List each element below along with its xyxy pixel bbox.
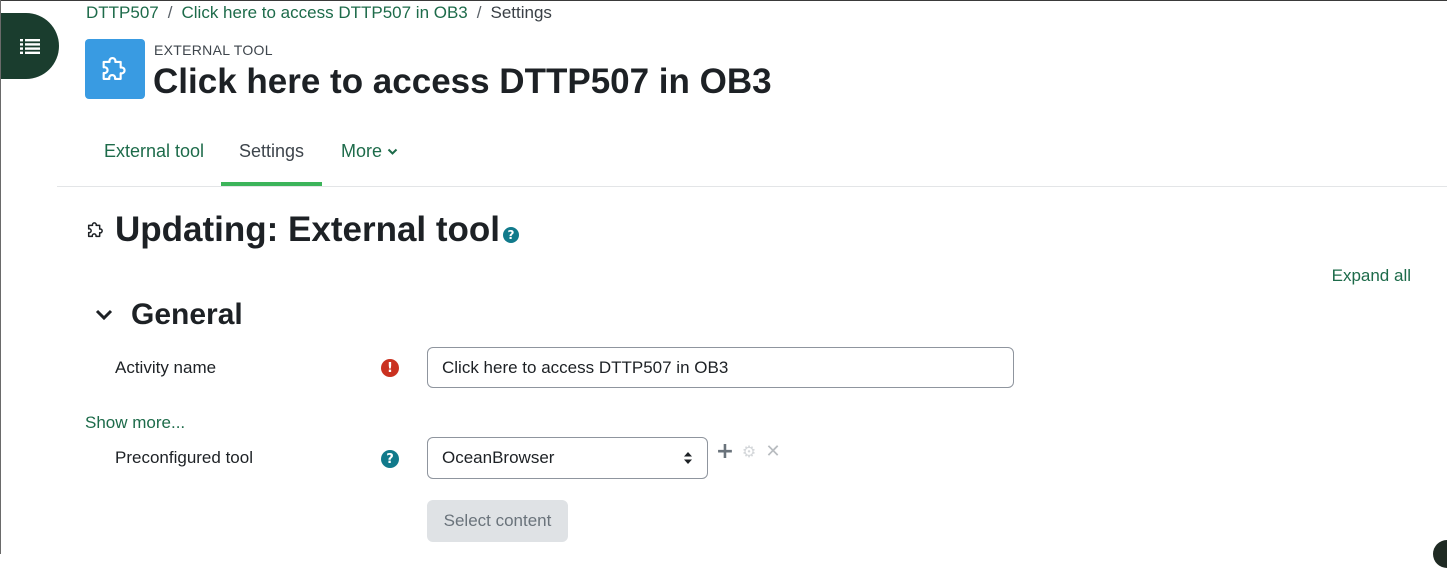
window-left-border	[0, 0, 1, 554]
select-content-button[interactable]: Select content	[427, 500, 568, 542]
expand-all-link[interactable]: Expand all	[1332, 266, 1411, 286]
tab-label: More	[341, 141, 383, 161]
activity-icon	[85, 39, 145, 99]
tab-more[interactable]: More	[341, 118, 398, 185]
list-icon	[20, 39, 40, 54]
activity-name-label: Activity name	[115, 358, 217, 377]
sort-arrows-icon	[684, 452, 692, 464]
tab-label: Settings	[238, 141, 305, 161]
select-value: OceanBrowser	[442, 448, 555, 467]
tab-settings[interactable]: Settings	[221, 118, 322, 186]
breadcrumb-separator: /	[476, 3, 482, 22]
tab-label: External tool	[104, 141, 205, 161]
puzzle-icon	[87, 222, 103, 238]
breadcrumb-separator: /	[167, 3, 173, 22]
form-heading: Updating: External tool ?	[85, 205, 519, 255]
section-general-toggle[interactable]: General	[95, 298, 243, 332]
chevron-down-icon	[95, 309, 113, 321]
preconfigured-tool-select[interactable]: OceanBrowser	[427, 437, 708, 479]
form-title: Updating: External tool	[115, 210, 500, 249]
activity-type-label: EXTERNAL TOOL	[154, 42, 273, 58]
page-title: Click here to access DTTP507 in OB3	[153, 62, 772, 101]
add-icon[interactable]: +	[716, 439, 734, 464]
help-icon[interactable]: ?	[381, 450, 399, 468]
section-title: General	[131, 298, 243, 331]
window-top-border	[0, 0, 1447, 1]
close-icon: ✕	[765, 440, 781, 462]
secondary-navigation: External tool Settings More	[57, 118, 1447, 187]
gear-icon: ⚙	[741, 441, 757, 461]
breadcrumb-course-link[interactable]: DTTP507	[86, 3, 159, 22]
course-index-toggle-button[interactable]	[1, 13, 59, 79]
chevron-down-icon	[387, 148, 398, 155]
footer-help-button[interactable]	[1433, 540, 1447, 568]
required-icon: !	[381, 359, 399, 377]
help-icon[interactable]: ?	[503, 227, 519, 243]
active-tab-indicator	[221, 182, 322, 186]
preconfigured-tool-label: Preconfigured tool	[115, 448, 253, 467]
tab-external-tool[interactable]: External tool	[104, 118, 204, 185]
tool-actions: + ⚙ ✕	[716, 439, 782, 464]
show-more-link[interactable]: Show more...	[85, 413, 185, 433]
breadcrumb: DTTP507 / Click here to access DTTP507 in …	[86, 3, 552, 23]
breadcrumb-activity-link[interactable]: Click here to access DTTP507 in OB3	[181, 3, 467, 22]
puzzle-icon	[102, 57, 126, 80]
activity-name-input[interactable]	[427, 347, 1014, 388]
breadcrumb-current: Settings	[490, 3, 552, 22]
